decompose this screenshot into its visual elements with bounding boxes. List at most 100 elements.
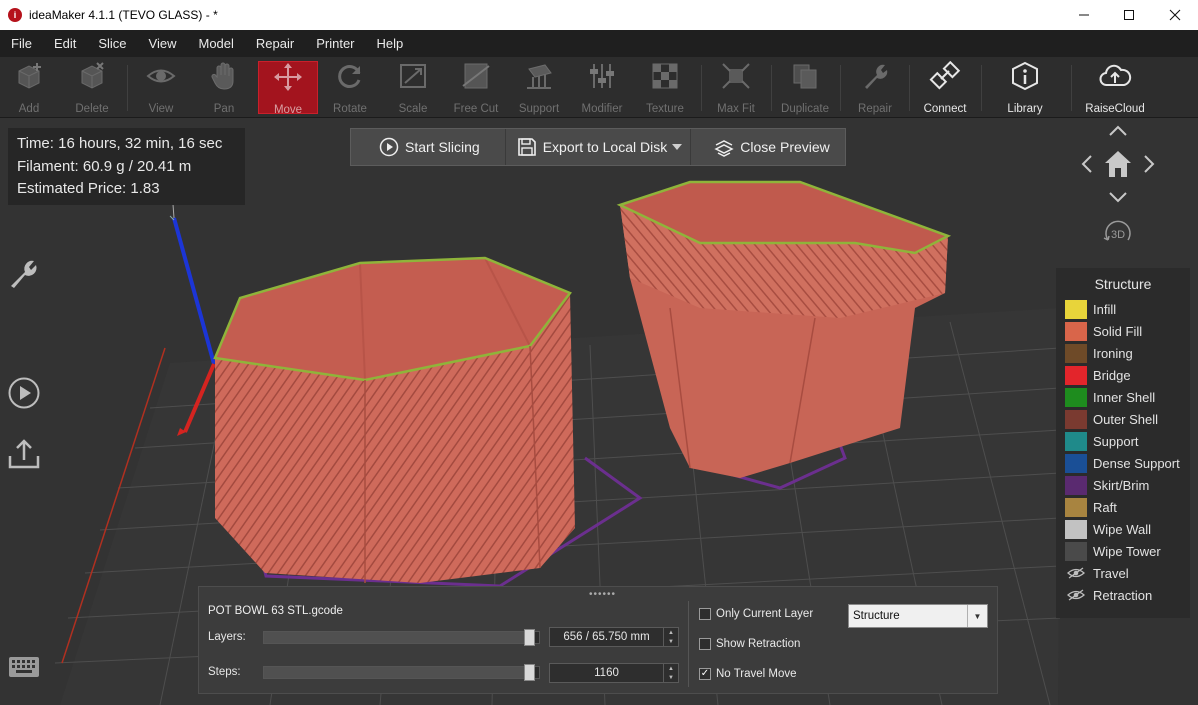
layers-spinbox[interactable]: 656 / 65.750 mm ▲ ▼ — [549, 627, 679, 647]
camera-left-button[interactable] — [1078, 152, 1096, 176]
close-icon — [1169, 9, 1181, 21]
panel-drag-handle[interactable]: •••••• — [589, 590, 616, 600]
modifier-button[interactable]: Modifier — [572, 61, 632, 115]
modifier-label: Modifier — [581, 103, 623, 115]
legend-item-ironing[interactable]: Ironing — [1056, 342, 1190, 364]
minimize-icon — [1079, 14, 1089, 16]
camera-down-button[interactable] — [1106, 188, 1130, 206]
play-simulation-button[interactable] — [7, 376, 41, 410]
maximize-button[interactable] — [1106, 0, 1152, 30]
menu-slice[interactable]: Slice — [87, 36, 137, 51]
print-time: Time: 16 hours, 32 min, 16 sec — [17, 135, 223, 152]
keyboard-button[interactable] — [7, 650, 41, 684]
spin-down-icon[interactable]: ▼ — [664, 673, 678, 682]
only-current-layer-option[interactable]: Only Current Layer — [699, 608, 813, 620]
no-travel-move-option[interactable]: ✓ No Travel Move — [699, 668, 797, 680]
settings-wrench-button[interactable] — [7, 256, 41, 290]
panel-divider — [688, 601, 689, 687]
layers-label: Layers: — [208, 631, 246, 643]
texture-button[interactable]: Texture — [635, 61, 695, 115]
play-circle-icon — [379, 137, 399, 157]
legend-swatch — [1065, 541, 1087, 561]
repair-button[interactable]: Repair — [845, 61, 905, 115]
only-current-layer-checkbox[interactable] — [699, 608, 711, 620]
move-button[interactable]: Move — [258, 61, 318, 116]
show-retraction-option[interactable]: Show Retraction — [699, 638, 800, 650]
legend-swatch — [1065, 519, 1087, 539]
eye-hidden-icon[interactable] — [1065, 564, 1087, 583]
legend-item-solid-fill[interactable]: Solid Fill — [1056, 320, 1190, 342]
rotate-button[interactable]: Rotate — [320, 61, 380, 115]
minimize-button[interactable] — [1061, 0, 1107, 30]
close-button[interactable] — [1152, 0, 1198, 30]
view-mode-select[interactable]: Structure ▼ — [848, 604, 988, 628]
app-logo-icon: i — [8, 8, 22, 22]
legend-item-inner-shell[interactable]: Inner Shell — [1056, 386, 1190, 408]
legend-label: Retraction — [1093, 587, 1153, 603]
library-button[interactable]: Library — [995, 61, 1055, 115]
steps-spinbox[interactable]: 1160 ▲ ▼ — [549, 663, 679, 683]
camera-home-button[interactable] — [1102, 148, 1134, 180]
camera-up-button[interactable] — [1106, 122, 1130, 140]
legend-item-wipe-wall[interactable]: Wipe Wall — [1056, 518, 1190, 540]
support-button[interactable]: Support — [509, 61, 569, 115]
steps-slider-thumb[interactable] — [524, 664, 535, 681]
spin-up-icon[interactable]: ▲ — [664, 664, 678, 673]
max-fit-button[interactable]: Max Fit — [706, 61, 766, 115]
legend-item-outer-shell[interactable]: Outer Shell — [1056, 408, 1190, 430]
camera-right-button[interactable] — [1140, 152, 1158, 176]
steps-slider[interactable] — [263, 664, 540, 681]
layers-icon — [714, 140, 734, 157]
menu-printer[interactable]: Printer — [305, 36, 365, 51]
camera-3d-button[interactable]: 3D — [1100, 218, 1136, 250]
legend-item-bridge[interactable]: Bridge — [1056, 364, 1190, 386]
menu-help[interactable]: Help — [366, 36, 415, 51]
view-button[interactable]: View — [131, 61, 191, 115]
menu-model[interactable]: Model — [188, 36, 245, 51]
free-cut-button[interactable]: Free Cut — [446, 61, 506, 115]
steps-value[interactable]: 1160 — [550, 664, 663, 682]
menu-repair[interactable]: Repair — [245, 36, 305, 51]
menu-view[interactable]: View — [138, 36, 188, 51]
duplicate-button[interactable]: Duplicate — [775, 61, 835, 115]
legend-item-infill[interactable]: Infill — [1056, 298, 1190, 320]
legend-item-support[interactable]: Support — [1056, 430, 1190, 452]
legend-item-dense-support[interactable]: Dense Support — [1056, 452, 1190, 474]
menu-bar: File Edit Slice View Model Repair Printe… — [0, 30, 1198, 57]
scale-button[interactable]: Scale — [383, 61, 443, 115]
steps-slider-fill — [264, 667, 535, 678]
chevron-down-icon[interactable]: ▼ — [967, 605, 987, 627]
legend-item-retraction[interactable]: Retraction — [1056, 584, 1190, 606]
support-icon — [522, 61, 556, 91]
home-icon — [1105, 151, 1131, 177]
connect-button[interactable]: Connect — [915, 61, 975, 115]
export-button[interactable]: Export to Local Disk — [506, 129, 691, 165]
dropdown-arrow-icon[interactable] — [672, 143, 683, 151]
legend-item-raft[interactable]: Raft — [1056, 496, 1190, 518]
legend-item-skirt-brim[interactable]: Skirt/Brim — [1056, 474, 1190, 496]
raisecloud-button[interactable]: RaiseCloud — [1085, 61, 1145, 115]
legend-item-wipe-tower[interactable]: Wipe Tower — [1056, 540, 1190, 562]
pan-button[interactable]: Pan — [194, 61, 254, 115]
show-retraction-checkbox[interactable] — [699, 638, 711, 650]
layers-value[interactable]: 656 / 65.750 mm — [550, 628, 663, 646]
legend-item-travel[interactable]: Travel — [1056, 562, 1190, 584]
spin-up-icon[interactable]: ▲ — [664, 628, 678, 637]
start-slicing-button[interactable]: Start Slicing — [351, 129, 505, 165]
legend-swatch — [1065, 409, 1087, 429]
upload-button[interactable] — [7, 436, 41, 470]
toolbar-divider — [771, 65, 772, 111]
legend-label: Ironing — [1093, 345, 1133, 361]
layers-slider-thumb[interactable] — [524, 629, 535, 646]
no-travel-move-checkbox[interactable]: ✓ — [699, 668, 711, 680]
spin-down-icon[interactable]: ▼ — [664, 637, 678, 646]
close-preview-button[interactable]: Close Preview — [691, 129, 845, 165]
menu-edit[interactable]: Edit — [43, 36, 87, 51]
menu-file[interactable]: File — [0, 36, 43, 51]
eye-hidden-icon[interactable] — [1065, 586, 1087, 605]
left-pot-model — [213, 256, 575, 583]
delete-button[interactable]: Delete — [62, 61, 122, 115]
layers-slider[interactable] — [263, 629, 540, 646]
add-button[interactable]: Add — [0, 61, 59, 115]
legend-label: Wipe Tower — [1093, 543, 1161, 559]
